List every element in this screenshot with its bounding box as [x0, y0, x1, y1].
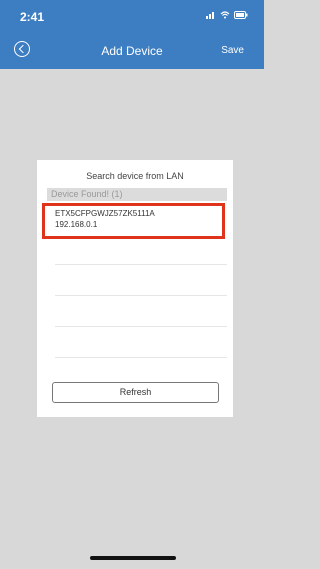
list-divider — [55, 357, 227, 358]
battery-icon — [234, 11, 248, 19]
nav-bar: Add Device Save — [0, 34, 264, 69]
status-time: 2:41 — [20, 10, 45, 24]
status-icons — [206, 11, 248, 19]
home-indicator[interactable] — [90, 556, 176, 560]
status-bar: 2:41 — [0, 0, 264, 34]
list-divider — [55, 295, 227, 296]
highlight-box — [42, 203, 225, 239]
wifi-icon — [220, 11, 230, 19]
dialog-title: Search device from LAN — [86, 171, 184, 181]
search-dialog: Search device from LAN Device Found! (1)… — [37, 160, 233, 417]
save-button[interactable]: Save — [221, 45, 244, 56]
refresh-button[interactable]: Refresh — [52, 382, 219, 403]
device-found-header: Device Found! (1) — [47, 188, 227, 201]
top-bar: 2:41 Add Device Save — [0, 0, 264, 69]
list-divider — [55, 264, 227, 265]
signal-icon — [206, 12, 214, 19]
list-divider — [55, 326, 227, 327]
